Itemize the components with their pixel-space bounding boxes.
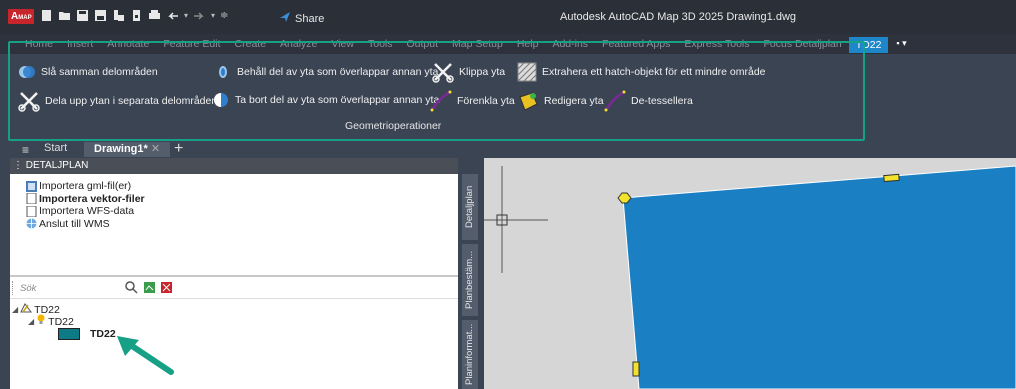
- side-grip[interactable]: [632, 361, 640, 377]
- share-icon: [279, 11, 291, 26]
- save-as-icon[interactable]: [94, 9, 107, 22]
- palette-header: ⋮ DETALJPLAN: [10, 158, 458, 174]
- window-title: Autodesk AutoCAD Map 3D 2025 Drawing1.dw…: [560, 11, 797, 23]
- edit-area-button[interactable]: Redigera yta: [517, 90, 604, 112]
- merge-circles-icon: [18, 63, 36, 81]
- print-icon[interactable]: [148, 9, 161, 22]
- list-item-import-wfs[interactable]: Importera WFS-data: [26, 205, 145, 218]
- annotation-arrow: [117, 336, 174, 375]
- ribbon-tab-bar: Home Insert Annotate Feature Edit Create Anal…: [0, 34, 1016, 54]
- clear-search-icon[interactable]: [160, 281, 173, 297]
- palette-command-list: Importera gml-fil(er) Importera vektor-f…: [26, 180, 145, 230]
- crosshair-cursor: [484, 166, 548, 273]
- detaljplan-palette: ⋮ DETALJPLAN Importera gml-fil(er) Impor…: [10, 158, 458, 389]
- clip-area-button[interactable]: Klippa yta: [432, 61, 505, 83]
- remove-overlap-icon: [212, 91, 230, 109]
- detessellate-button[interactable]: De-tessellera: [604, 90, 693, 112]
- split-scissors-icon: [18, 90, 40, 112]
- remove-overlap-button[interactable]: Ta bort del av yta som överlappar annan …: [212, 91, 439, 109]
- undo-dropdown-icon[interactable]: ▾: [184, 11, 188, 20]
- tab-td22[interactable]: TD22: [848, 36, 889, 53]
- tab-start[interactable]: Start: [44, 142, 67, 154]
- wfs-file-icon: [26, 205, 37, 218]
- tab-insert[interactable]: Insert: [60, 34, 100, 54]
- style-swatch: [58, 328, 80, 340]
- tab-home[interactable]: Home: [18, 34, 60, 54]
- search-grip[interactable]: [12, 281, 14, 295]
- extract-hatch-button[interactable]: Extrahera ett hatch-objekt för ett mindr…: [517, 62, 766, 82]
- merge-areas-button[interactable]: Slå samman delområden: [18, 63, 158, 81]
- ribbon-state-toggle[interactable]: ▪ ▾: [896, 38, 920, 50]
- application-menu-button[interactable]: AMAP: [8, 9, 34, 24]
- tab-help[interactable]: Help: [510, 34, 546, 54]
- tab-add-ins[interactable]: Add-ins: [545, 34, 595, 54]
- close-tab-icon[interactable]: ✕: [151, 143, 160, 155]
- split-area-button[interactable]: Dela upp ytan i separata delområden: [18, 90, 217, 112]
- gml-file-icon: [26, 180, 37, 192]
- new-tab-button[interactable]: +: [174, 140, 183, 158]
- title-bar: AMAP ▾ ▾ ≑ Share Autodesk AutoCAD Map 3D…: [0, 0, 1016, 34]
- keep-overlap-icon: [214, 63, 232, 81]
- tab-map-setup[interactable]: Map Setup: [445, 34, 510, 54]
- publish-icon[interactable]: [112, 9, 125, 22]
- selected-polygon[interactable]: [622, 165, 1016, 389]
- search-bar: Sök: [10, 277, 458, 299]
- tab-featured-apps[interactable]: Featured Apps: [595, 34, 677, 54]
- tab-view[interactable]: View: [324, 34, 361, 54]
- search-icon[interactable]: [125, 281, 138, 297]
- drawing-canvas[interactable]: [484, 158, 1016, 389]
- tab-create[interactable]: Create: [228, 34, 274, 54]
- list-item-connect-wms[interactable]: Anslut till WMS: [26, 218, 145, 231]
- document-tab-bar: ≡ Start Drawing1* ✕ +: [0, 140, 1016, 158]
- tab-express-tools[interactable]: Express Tools: [677, 34, 756, 54]
- side-tab-planinformation[interactable]: Planinformat...: [462, 320, 478, 389]
- tab-annotate[interactable]: Annotate: [100, 34, 156, 54]
- undo-icon[interactable]: [166, 9, 179, 22]
- vector-file-icon: [26, 192, 37, 205]
- model-space: [484, 165, 1016, 389]
- tree-node-layer[interactable]: ◢ TD22: [28, 314, 74, 329]
- tab-feature-edit[interactable]: Feature Edit: [156, 34, 227, 54]
- detessellate-line-icon: [604, 90, 626, 112]
- share-button[interactable]: Share: [279, 11, 324, 26]
- save-icon[interactable]: [76, 9, 89, 22]
- tab-analyze[interactable]: Analyze: [273, 34, 324, 54]
- quick-access-toolbar: ▾ ▾ ≑: [40, 9, 228, 22]
- list-item-import-gml[interactable]: Importera gml-fil(er): [26, 180, 145, 193]
- tab-tools[interactable]: Tools: [361, 34, 400, 54]
- lightbulb-icon: [36, 314, 46, 329]
- new-file-icon[interactable]: [40, 9, 53, 22]
- file-tabs-menu-icon[interactable]: ≡: [22, 143, 29, 157]
- customize-qat-icon[interactable]: ≑: [220, 10, 228, 21]
- plot-icon[interactable]: [130, 9, 143, 22]
- tab-output[interactable]: Output: [400, 34, 446, 54]
- tab-drawing1[interactable]: Drawing1* ✕: [84, 142, 170, 157]
- search-input[interactable]: Sök: [20, 283, 36, 294]
- ribbon-panel-title: Geometrioperationer: [345, 120, 442, 132]
- side-tab-planbestammelser[interactable]: Planbestäm...: [462, 244, 478, 316]
- midpoint-grip[interactable]: [883, 173, 900, 183]
- tab-focus-detaljplan[interactable]: Focus Detaljplan: [757, 34, 849, 54]
- scissors-icon: [432, 61, 454, 83]
- edit-polygon-icon: [517, 90, 539, 112]
- open-folder-icon[interactable]: [58, 9, 71, 22]
- redo-icon[interactable]: [193, 9, 206, 22]
- keep-overlap-button[interactable]: Behåll del av yta som överlappar annan y…: [214, 63, 438, 81]
- simplify-area-button[interactable]: Förenkla yta: [430, 90, 515, 112]
- wms-globe-icon: [26, 218, 37, 229]
- list-item-import-vector[interactable]: Importera vektor-filer: [26, 193, 145, 206]
- redo-dropdown-icon[interactable]: ▾: [211, 11, 215, 20]
- palette-side-tabs: Detaljplan Planbestäm... Planinformat...: [458, 158, 482, 389]
- side-tab-detaljplan[interactable]: Detaljplan: [462, 174, 478, 240]
- hatch-icon: [517, 62, 537, 82]
- feature-search-icon[interactable]: [143, 281, 156, 297]
- simplify-line-icon: [430, 90, 452, 112]
- tree-node-style[interactable]: TD22: [58, 328, 116, 340]
